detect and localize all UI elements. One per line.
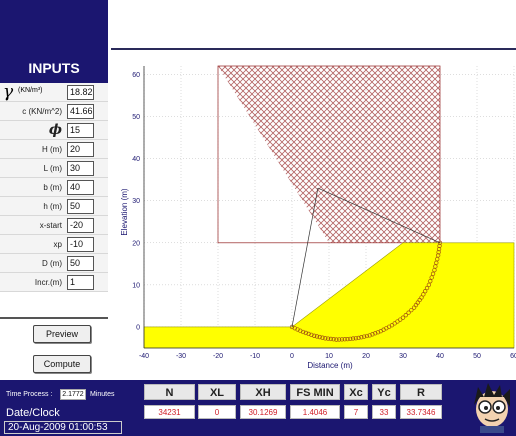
result-value-XH: 30.1269 [240, 405, 286, 419]
x-axis-label: Distance (m) [307, 361, 353, 370]
panel-separator [0, 317, 108, 319]
compute-button[interactable]: Compute [33, 355, 91, 373]
result-header-Xc: Xc [344, 384, 368, 400]
D-label: D (m) [42, 259, 62, 268]
x-tick-label-8: 40 [436, 353, 444, 360]
xp-label: xp [53, 240, 62, 249]
y-tick-label-2: 20 [132, 240, 140, 247]
gamma-input[interactable]: 18.82 [67, 85, 94, 100]
radius-line-0 [291, 187, 319, 328]
input-row-phi: ϕ 15 [0, 121, 108, 140]
result-value-R: 33.7346 [400, 405, 442, 419]
result-header-Yc: Yc [372, 384, 396, 400]
L-input[interactable]: 30 [67, 161, 94, 176]
inputs-title: INPUTS [28, 60, 80, 76]
result-header-XH: XH [240, 384, 286, 400]
input-row-D: D (m) 50 [0, 254, 108, 273]
input-row-H: H (m) 20 [0, 140, 108, 159]
result-value-Yc: 33 [372, 405, 396, 419]
D-input[interactable]: 50 [67, 256, 94, 271]
y-tick-label-0: 0 [136, 324, 140, 331]
time-unit-label: Minutes [90, 391, 115, 398]
result-header-XL: XL [198, 384, 236, 400]
phi-label: ϕ [48, 122, 62, 138]
input-row-cohesion: c (KN/m^2) 41.66 [0, 102, 108, 121]
x-tick-label-5: 10 [325, 353, 333, 360]
x-tick-label-2: -20 [213, 353, 223, 360]
result-value-FS-MIN: 1.4046 [290, 405, 340, 419]
x-tick-label-9: 50 [473, 353, 481, 360]
x-tick-label-3: -10 [250, 353, 260, 360]
slope-stability-chart: -40 -30 -20 -10 0 10 20 30 40 50 60 0 10 20 30 40 50 60 D… [120, 65, 516, 370]
cartoon-avatar-icon [474, 383, 510, 433]
cohesion-input[interactable]: 41.66 [67, 104, 94, 119]
incr-label: Incr.(m) [34, 278, 62, 287]
y-tick-label-4: 40 [132, 156, 140, 163]
input-row-L: L (m) 30 [0, 159, 108, 178]
x-tick-label-6: 20 [362, 353, 370, 360]
y-tick-label-1: 10 [132, 282, 140, 289]
h-input[interactable]: 50 [67, 199, 94, 214]
x-tick-label-10: 60 [510, 353, 516, 360]
incr-input[interactable]: 1 [67, 275, 94, 290]
date-clock-label: Date/Clock [6, 407, 60, 419]
result-header-N: N [144, 384, 195, 400]
input-row-incr: Incr.(m) 1 [0, 273, 108, 292]
gamma-unit-label: (KN/m³) [18, 87, 43, 94]
phi-input[interactable]: 15 [67, 123, 94, 138]
inputs-panel: INPUTS γ (KN/m³) 18.82 c (KN/m^2) 41.66 … [0, 0, 108, 380]
input-row-h: h (m) 50 [0, 197, 108, 216]
cohesion-label: c (KN/m^2) [22, 107, 62, 116]
time-process-value: 2.1772 [60, 389, 86, 400]
input-row-gamma: γ (KN/m³) 18.82 [0, 82, 108, 102]
H-input[interactable]: 20 [67, 142, 94, 157]
result-value-XL: 0 [198, 405, 236, 419]
input-row-b: b (m) 40 [0, 178, 108, 197]
gamma-symbol-icon: γ [3, 82, 14, 102]
b-input[interactable]: 40 [67, 180, 94, 195]
xp-input[interactable]: -10 [67, 237, 94, 252]
x-start-input[interactable]: -20 [67, 218, 94, 233]
H-label: H (m) [42, 145, 62, 154]
L-label: L (m) [43, 164, 62, 173]
chart-top-border [111, 48, 516, 50]
result-header-FS-MIN: FS MIN [290, 384, 340, 400]
x-tick-label-0: -40 [139, 353, 149, 360]
search-area-hatch [218, 66, 440, 243]
y-tick-label-3: 30 [132, 198, 140, 205]
result-value-N: 34231 [144, 405, 195, 419]
result-value-Xc: 7 [344, 405, 368, 419]
y-tick-label-6: 60 [132, 72, 140, 79]
h-label: h (m) [43, 202, 62, 211]
x-tick-label-1: -30 [176, 353, 186, 360]
result-header-R: R [400, 384, 442, 400]
x-tick-label-7: 30 [399, 353, 407, 360]
b-label: b (m) [43, 183, 62, 192]
x-start-label: x-start [39, 221, 62, 230]
x-tick-label-4: 0 [290, 353, 294, 360]
y-tick-label-5: 50 [132, 114, 140, 121]
y-axis-label: Elevation (m) [120, 188, 129, 235]
input-row-x-start: x-start -20 [0, 216, 108, 235]
input-row-xp: xp -10 [0, 235, 108, 254]
date-clock-value: 20-Aug-2009 01:00:53 [4, 421, 122, 434]
time-process-label: Time Process : [6, 391, 53, 398]
preview-button[interactable]: Preview [33, 325, 91, 343]
inputs-header: INPUTS [0, 0, 108, 83]
